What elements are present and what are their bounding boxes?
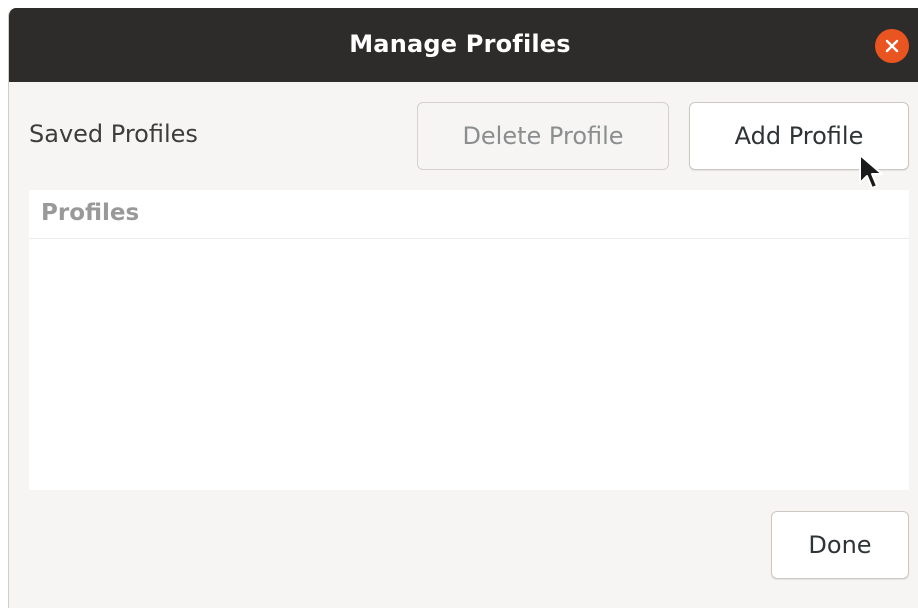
add-profile-label: Add Profile — [734, 122, 864, 150]
saved-profiles-label: Saved Profiles — [29, 120, 198, 148]
manage-profiles-dialog: Manage Profiles Saved Profiles Delete Pr… — [8, 8, 918, 608]
profiles-column-header[interactable]: Profiles — [29, 190, 909, 239]
delete-profile-button[interactable]: Delete Profile — [417, 102, 669, 170]
close-icon — [885, 39, 899, 53]
done-label: Done — [808, 531, 872, 559]
close-button[interactable] — [875, 29, 909, 63]
profiles-list[interactable]: Profiles — [29, 190, 909, 490]
title-bar[interactable]: Manage Profiles — [9, 8, 918, 82]
add-profile-button[interactable]: Add Profile — [689, 102, 909, 170]
dialog-title: Manage Profiles — [349, 30, 571, 58]
delete-profile-label: Delete Profile — [462, 122, 624, 150]
done-button[interactable]: Done — [771, 511, 909, 579]
profiles-column-header-label: Profiles — [41, 200, 140, 226]
